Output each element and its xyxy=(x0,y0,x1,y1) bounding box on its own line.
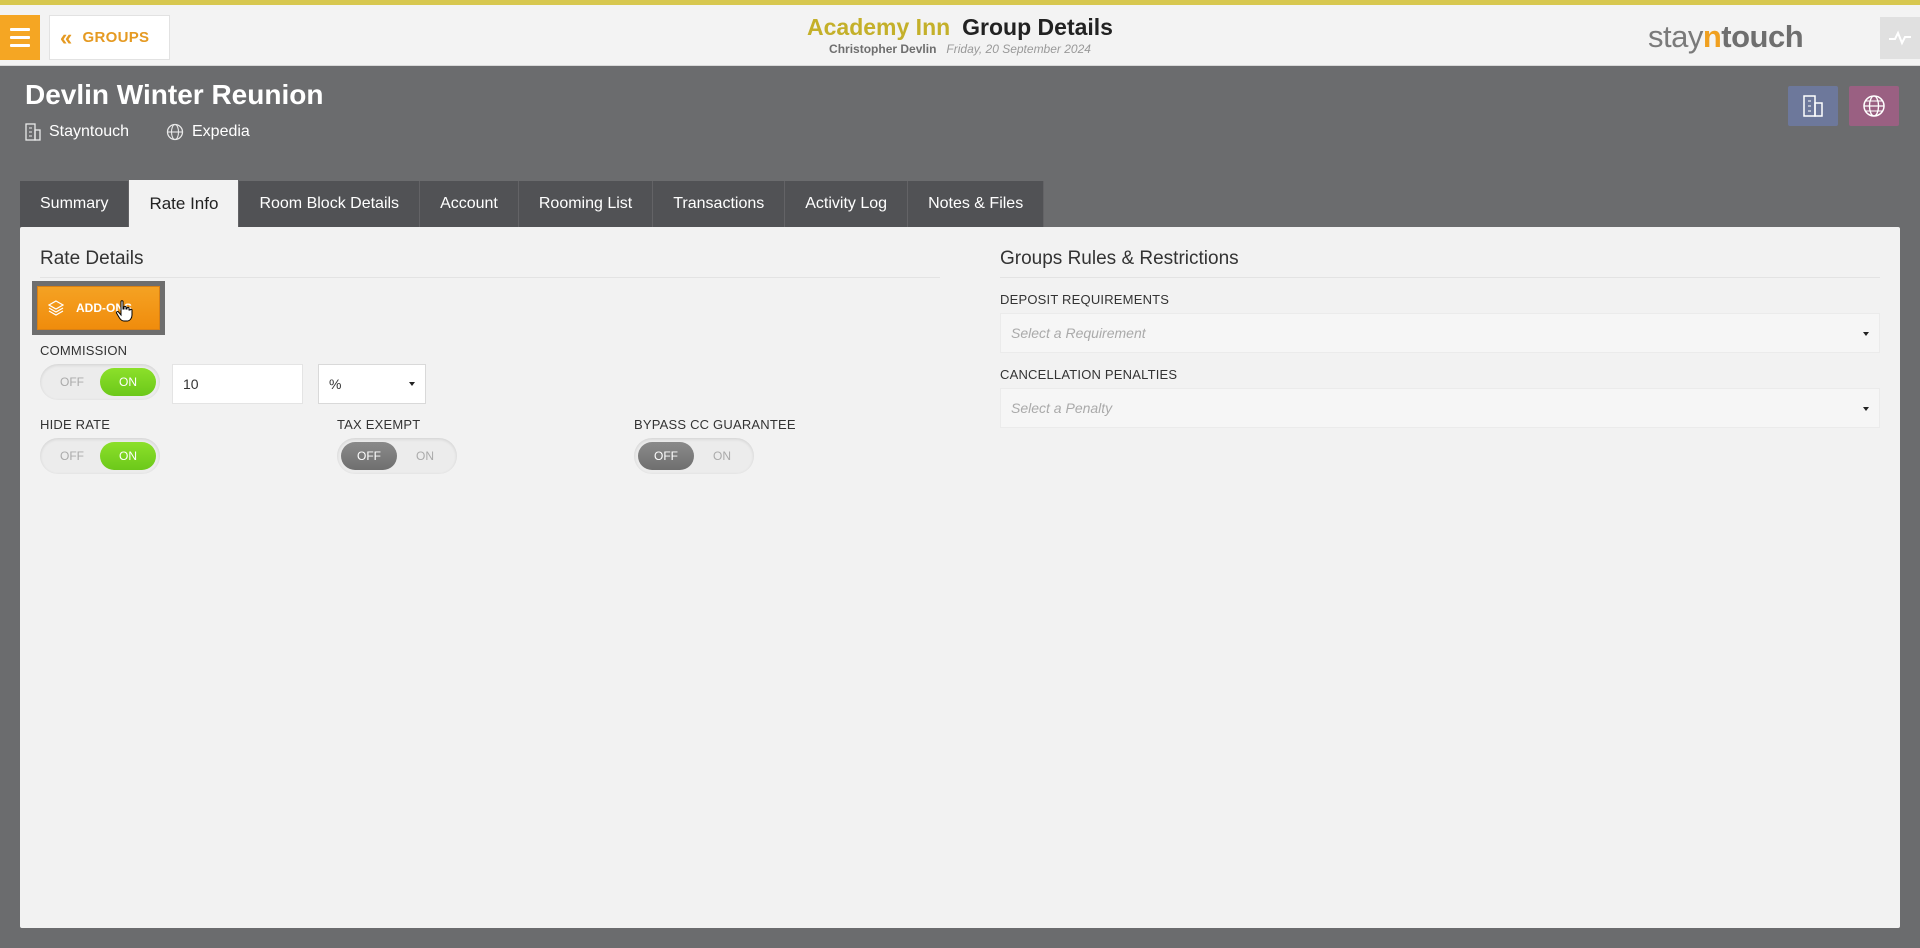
hand-cursor-icon xyxy=(115,300,133,322)
cancellation-penalty-placeholder: Select a Penalty xyxy=(1011,400,1113,416)
layers-icon xyxy=(48,300,64,316)
hide-rate-toggle[interactable]: OFF ON xyxy=(40,438,160,474)
tab-account[interactable]: Account xyxy=(420,181,519,227)
rate-info-panel: Rate Details ADD-ONS COMMISSION OFF ON %… xyxy=(20,227,1900,928)
activity-button[interactable] xyxy=(1880,17,1920,59)
tax-exempt-on-option: ON xyxy=(416,449,434,463)
bypass-cc-toggle[interactable]: OFF ON xyxy=(634,438,754,474)
tab-transactions[interactable]: Transactions xyxy=(653,181,786,227)
caret-down-icon xyxy=(1863,332,1869,336)
business-date: Friday, 20 September 2024 xyxy=(946,42,1091,56)
header-title-block: Academy Inn Group Details Christopher Dev… xyxy=(0,14,1920,56)
commission-label: COMMISSION xyxy=(40,343,128,358)
tab-rooming-list[interactable]: Rooming List xyxy=(518,181,654,227)
deposit-requirements-label: DEPOSIT REQUIREMENTS xyxy=(1000,292,1170,307)
rate-details-divider xyxy=(40,277,940,278)
tab-room-block-details[interactable]: Room Block Details xyxy=(239,181,421,227)
group-tabs: Summary Rate Info Room Block Details Acc… xyxy=(20,180,1045,227)
hide-rate-label: HIDE RATE xyxy=(40,417,111,432)
tab-notes-files[interactable]: Notes & Files xyxy=(908,181,1045,227)
globe-icon xyxy=(166,123,184,141)
bypass-cc-on-option: ON xyxy=(713,449,731,463)
bypass-cc-off-option: OFF xyxy=(638,442,694,470)
company-card-button[interactable] xyxy=(1788,86,1838,126)
user-name: Christopher Devlin xyxy=(829,42,937,56)
hide-rate-on-option: ON xyxy=(100,442,156,470)
commission-on-option: ON xyxy=(100,368,156,396)
tab-rate-info[interactable]: Rate Info xyxy=(129,180,240,227)
groups-rules-divider xyxy=(1000,277,1880,278)
building-icon xyxy=(25,123,41,141)
building-icon xyxy=(1803,95,1823,117)
tax-exempt-label: TAX EXEMPT xyxy=(337,417,421,432)
tab-summary[interactable]: Summary xyxy=(20,181,130,227)
cancellation-penalty-select[interactable]: Select a Penalty xyxy=(1000,388,1880,428)
travel-agent-card-link[interactable]: Expedia xyxy=(166,123,250,141)
commission-unit-select[interactable]: % xyxy=(318,364,426,404)
addons-button-frame: ADD-ONS xyxy=(32,281,165,335)
app-header: « GROUPS Academy Inn Group Details Christ… xyxy=(0,5,1920,66)
groups-rules-title: Groups Rules & Restrictions xyxy=(1000,248,1239,269)
commission-off-option: OFF xyxy=(60,375,84,389)
travel-agent-card-button[interactable] xyxy=(1849,86,1899,126)
company-card-link[interactable]: Stayntouch xyxy=(25,123,129,141)
page-title: Group Details xyxy=(962,14,1113,40)
hotel-name: Academy Inn xyxy=(807,14,951,40)
caret-down-icon xyxy=(409,382,415,386)
bypass-cc-label: BYPASS CC GUARANTEE xyxy=(634,417,796,432)
company-name: Stayntouch xyxy=(49,123,130,140)
addons-button[interactable]: ADD-ONS xyxy=(37,286,160,330)
tax-exempt-off-option: OFF xyxy=(341,442,397,470)
travel-agent-name: Expedia xyxy=(192,123,250,140)
globe-icon xyxy=(1863,95,1885,117)
commission-toggle[interactable]: OFF ON xyxy=(40,364,160,400)
commission-unit-value: % xyxy=(329,376,342,392)
stayntouch-logo: stayntouch xyxy=(1648,19,1804,54)
hide-rate-off-option: OFF xyxy=(60,449,84,463)
deposit-requirement-select[interactable]: Select a Requirement xyxy=(1000,313,1880,353)
caret-down-icon xyxy=(1863,407,1869,411)
rate-details-title: Rate Details xyxy=(40,248,144,269)
tab-activity-log[interactable]: Activity Log xyxy=(785,181,909,227)
cancellation-penalties-label: CANCELLATION PENALTIES xyxy=(1000,367,1178,382)
commission-value-input[interactable] xyxy=(172,364,303,404)
deposit-requirement-placeholder: Select a Requirement xyxy=(1011,325,1146,341)
pulse-icon xyxy=(1889,30,1911,46)
group-name: Devlin Winter Reunion xyxy=(25,79,324,110)
tax-exempt-toggle[interactable]: OFF ON xyxy=(337,438,457,474)
